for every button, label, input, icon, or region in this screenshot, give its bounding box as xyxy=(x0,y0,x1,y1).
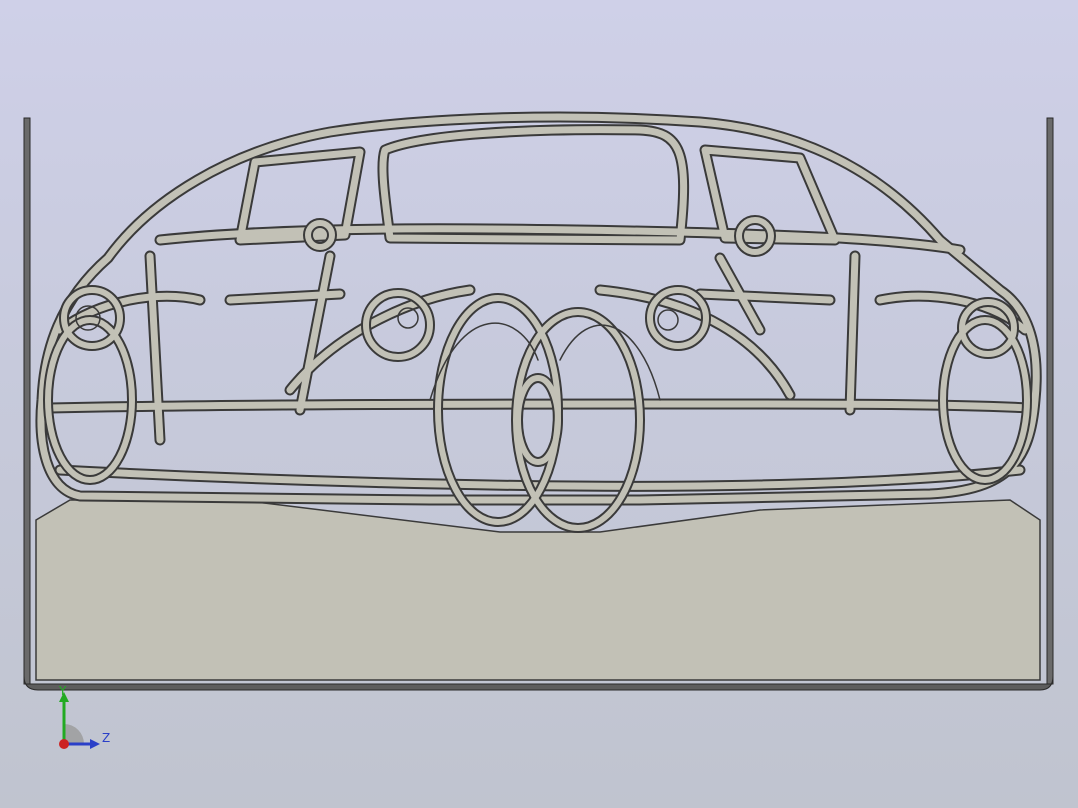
car-silhouette-part[interactable] xyxy=(0,0,1078,808)
x-axis-dot xyxy=(59,739,69,749)
base-plate xyxy=(35,499,1041,681)
car-wireframe xyxy=(35,111,1042,533)
graphics-viewport[interactable]: Y Z xyxy=(0,0,1078,808)
z-axis-label: Z xyxy=(102,731,111,745)
y-axis-label: Y xyxy=(59,684,67,698)
right-flange xyxy=(1046,117,1054,685)
coordinate-triad: Y Z xyxy=(50,684,120,754)
left-flange xyxy=(23,117,31,685)
